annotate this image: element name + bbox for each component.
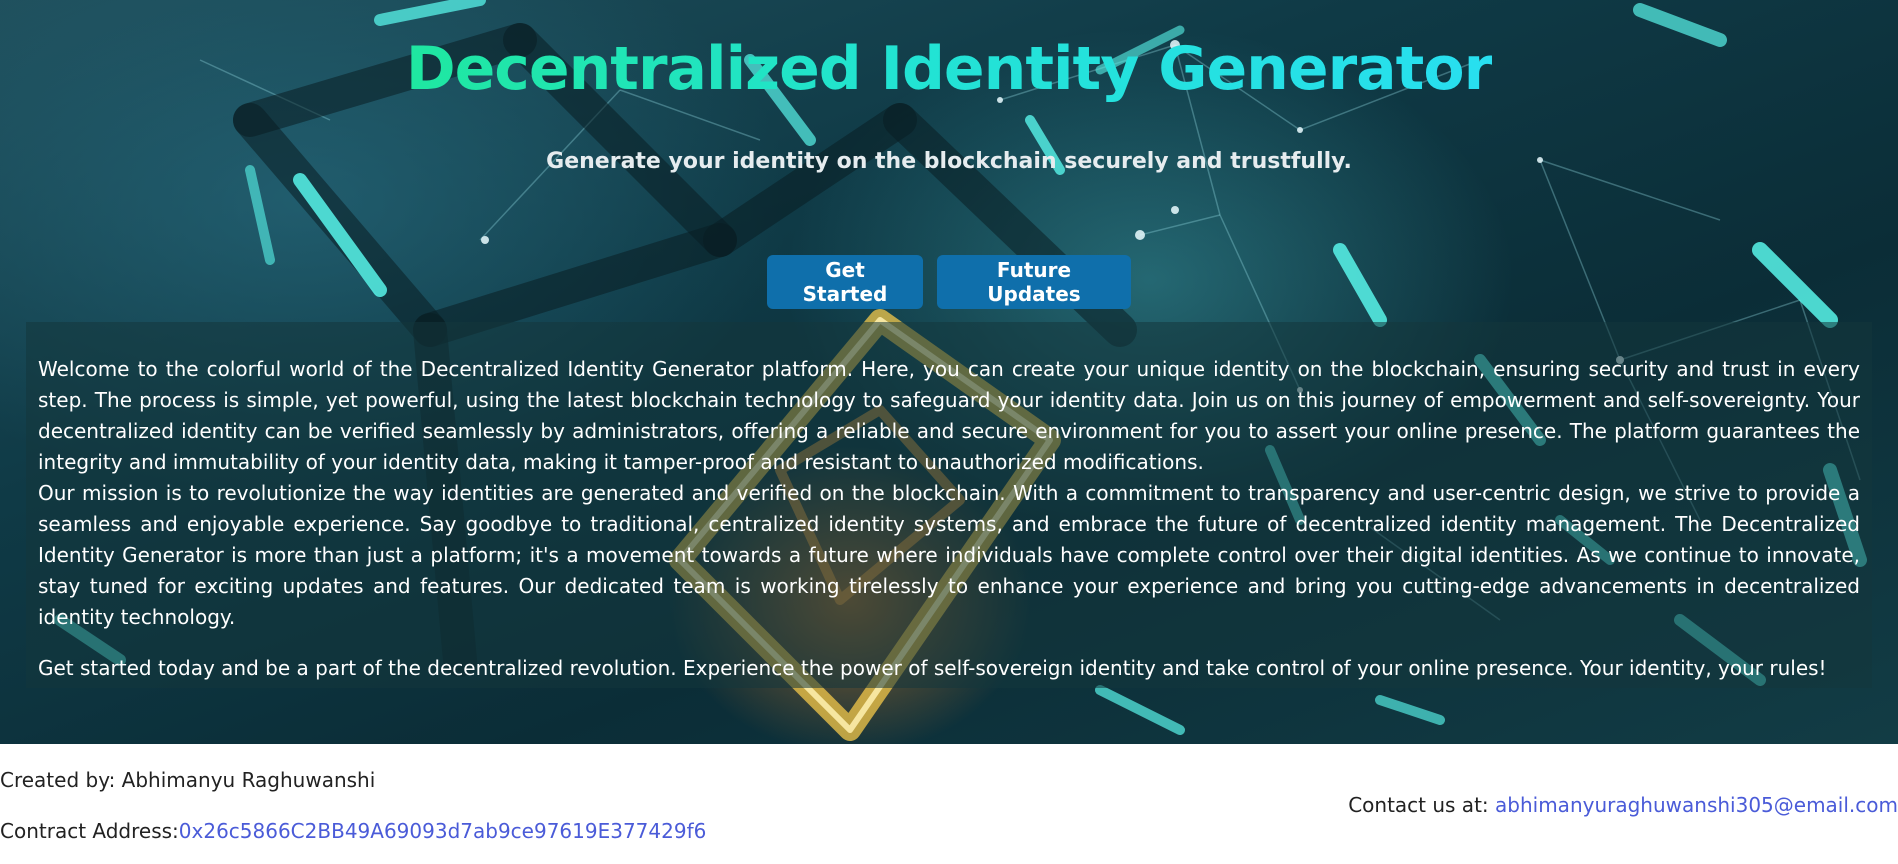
hero-button-group: Get Started Future Updates — [0, 255, 1898, 309]
hero-section: Decentralized Identity Generator Generat… — [0, 0, 1898, 744]
contract-address-label: Contract Address: — [0, 819, 179, 843]
footer: Created by: Abhimanyu Raghuwanshi Contra… — [0, 744, 1898, 864]
contact-label: Contact us at: — [1348, 793, 1496, 817]
contract-address-link[interactable]: 0x26c5866C2BB49A69093d7ab9ce97619E377429… — [179, 819, 707, 843]
about-paragraph-cta: Get started today and be a part of the d… — [38, 656, 1827, 680]
footer-contract: Contract Address:0x26c5866C2BB49A69093d7… — [0, 819, 706, 843]
footer-created-by: Created by: Abhimanyu Raghuwanshi — [0, 768, 376, 792]
about-paragraph-welcome: Welcome to the colorful world of the Dec… — [38, 357, 1860, 474]
footer-contact: Contact us at: abhimanyuraghuwanshi305@e… — [1348, 793, 1898, 817]
get-started-button[interactable]: Get Started — [767, 255, 923, 309]
about-paragraph-mission: Our mission is to revolutionize the way … — [38, 481, 1860, 629]
page-title: Decentralized Identity Generator — [405, 34, 1493, 104]
contact-email-link[interactable]: abhimanyuraghuwanshi305@email.com — [1495, 793, 1898, 817]
future-updates-button[interactable]: Future Updates — [937, 255, 1131, 309]
about-content-panel: Welcome to the colorful world of the Dec… — [26, 322, 1872, 688]
page-subtitle: Generate your identity on the blockchain… — [546, 149, 1352, 174]
